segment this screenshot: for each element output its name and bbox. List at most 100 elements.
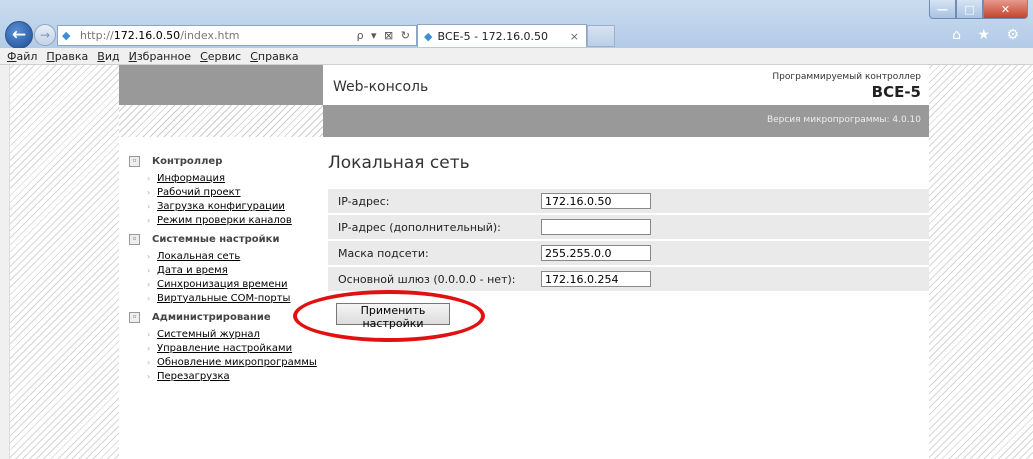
product-name: ВСЕ-5	[871, 83, 921, 101]
browser-tab[interactable]: ◆ ВСЕ-5 - 172.16.0.50 ×	[417, 24, 587, 47]
sidebar-item-reboot[interactable]: › Перезагрузка	[147, 369, 323, 383]
hatch-block	[119, 105, 323, 137]
tab-close-icon[interactable]: ×	[570, 30, 579, 43]
sidebar: ▫ Контроллер › Информация › Рабочий проект…	[125, 153, 323, 387]
sidebar-section-controller[interactable]: ▫ Контроллер	[125, 153, 323, 169]
tab-favicon-icon: ◆	[424, 29, 433, 43]
form-row-subnet: Маска подсети:	[328, 241, 929, 265]
bullet-arrow-icon: ›	[147, 279, 151, 289]
main-content: Локальная сеть IP-адрес: IP-адрес (допол…	[328, 153, 929, 330]
sidebar-item-label[interactable]: Синхронизация времени	[157, 279, 288, 290]
tab-title: ВСЕ-5 - 172.16.0.50	[437, 29, 549, 43]
section-icon: ▫	[129, 233, 140, 245]
form-row-gateway: Основной шлюз (0.0.0.0 - нет):	[328, 267, 929, 291]
left-scroll-strip	[0, 65, 10, 459]
bullet-arrow-icon: ›	[147, 201, 151, 211]
bullet-arrow-icon: ›	[147, 187, 151, 197]
sidebar-item-label[interactable]: Дата и время	[157, 265, 228, 276]
sidebar-item-date-time[interactable]: › Дата и время	[147, 263, 323, 277]
sidebar-section-admin[interactable]: ▫ Администрирование	[125, 309, 323, 325]
product-subtitle: Программируемый контроллер	[772, 72, 921, 82]
apply-settings-button[interactable]: Применить настройки	[336, 303, 450, 330]
section-icon: ▫	[129, 311, 140, 323]
sidebar-item-label[interactable]: Виртуальные COM-порты	[157, 293, 290, 304]
address-url[interactable]: http://172.16.0.50/index.htm	[80, 29, 239, 42]
sidebar-item-com-ports[interactable]: › Виртуальные COM-порты	[147, 291, 323, 305]
bullet-arrow-icon: ›	[147, 173, 151, 183]
site-favicon-icon: ◆	[62, 28, 71, 42]
sidebar-item-label[interactable]: Информация	[157, 173, 225, 184]
form-row-ip: IP-адрес:	[328, 189, 929, 213]
bullet-arrow-icon: ›	[147, 329, 151, 339]
menu-tools[interactable]: Сервис	[200, 50, 241, 63]
ip-secondary-label: IP-адрес (дополнительный):	[328, 215, 539, 239]
address-bar[interactable]: ◆ http://172.16.0.50/index.htm ρ ▾ ⊠ ↻	[57, 25, 417, 46]
sidebar-item-label[interactable]: Обновление микропрограммы	[157, 357, 317, 368]
sidebar-item-label[interactable]: Перезагрузка	[157, 371, 230, 382]
sidebar-item-label[interactable]: Рабочий проект	[157, 187, 241, 198]
window-controls: — □ ✕	[929, 0, 1028, 19]
arrow-left-icon: ←	[11, 25, 27, 45]
subnet-mask-input[interactable]	[541, 245, 651, 261]
menu-view[interactable]: Вид	[97, 50, 119, 63]
console-title: Web-консоль	[333, 79, 429, 95]
close-window-button[interactable]: ✕	[983, 0, 1028, 19]
sidebar-item-channel-check[interactable]: › Режим проверки каналов	[147, 213, 323, 227]
sidebar-item-settings-mgmt[interactable]: › Управление настройками	[147, 341, 323, 355]
bullet-arrow-icon: ›	[147, 357, 151, 367]
web-console-page: Web-консоль Программируемый контроллер В…	[119, 65, 929, 459]
bullet-arrow-icon: ›	[147, 215, 151, 225]
menu-favorites[interactable]: Избранное	[129, 50, 191, 63]
menu-edit[interactable]: Правка	[46, 50, 88, 63]
sidebar-section-title: Администрирование	[152, 311, 271, 323]
header: Web-консоль Программируемый контроллер В…	[323, 65, 929, 105]
sidebar-section-system[interactable]: ▫ Системные настройки	[125, 231, 323, 247]
ip-address-input[interactable]	[541, 193, 651, 209]
home-favorites-settings-icons[interactable]: ⌂ ★ ⚙	[952, 27, 1025, 43]
new-tab-button[interactable]	[587, 25, 615, 47]
forward-button[interactable]: →	[34, 24, 56, 46]
sidebar-item-label[interactable]: Загрузка конфигурации	[157, 201, 285, 212]
sidebar-item-label[interactable]: Управление настройками	[157, 343, 292, 354]
sidebar-item-info[interactable]: › Информация	[147, 171, 323, 185]
sidebar-item-label[interactable]: Системный журнал	[157, 329, 260, 340]
ip-secondary-input[interactable]	[541, 219, 651, 235]
url-host: 172.16.0.50	[113, 29, 181, 42]
page-viewport: Web-консоль Программируемый контроллер В…	[0, 65, 1033, 459]
menu-help[interactable]: Справка	[250, 50, 298, 63]
firmware-version: Версия микропрограммы: 4.0.10	[766, 115, 921, 125]
maximize-button[interactable]: □	[956, 0, 983, 19]
form-row-ip-secondary: IP-адрес (дополнительный):	[328, 215, 929, 239]
bullet-arrow-icon: ›	[147, 265, 151, 275]
url-path: /index.htm	[180, 29, 240, 42]
sidebar-item-label[interactable]: Локальная сеть	[157, 251, 240, 262]
bullet-arrow-icon: ›	[147, 371, 151, 381]
sidebar-section-title: Системные настройки	[152, 233, 280, 245]
gateway-label: Основной шлюз (0.0.0.0 - нет):	[328, 267, 539, 291]
sidebar-item-project[interactable]: › Рабочий проект	[147, 185, 323, 199]
menu-file[interactable]: Файл	[7, 50, 37, 63]
sidebar-item-label[interactable]: Режим проверки каналов	[157, 215, 292, 226]
sidebar-item-time-sync[interactable]: › Синхронизация времени	[147, 277, 323, 291]
sidebar-section-title: Контроллер	[152, 155, 223, 167]
bullet-arrow-icon: ›	[147, 343, 151, 353]
bullet-arrow-icon: ›	[147, 293, 151, 303]
address-controls[interactable]: ρ ▾ ⊠ ↻	[357, 29, 412, 42]
subnet-label: Маска подсети:	[328, 241, 539, 265]
url-prefix: http://	[80, 29, 114, 42]
version-bar: Версия микропрограммы: 4.0.10	[323, 105, 929, 137]
sidebar-item-config-upload[interactable]: › Загрузка конфигурации	[147, 199, 323, 213]
minimize-button[interactable]: —	[929, 0, 956, 19]
arrow-right-icon: →	[39, 28, 51, 42]
page-title: Локальная сеть	[328, 153, 470, 173]
menu-bar: Файл Правка Вид Избранное Сервис Справка	[0, 48, 1033, 65]
section-icon: ▫	[129, 155, 140, 167]
sidebar-item-firmware-update[interactable]: › Обновление микропрограммы	[147, 355, 323, 369]
sidebar-item-local-network[interactable]: › Локальная сеть	[147, 249, 323, 263]
network-settings-form: IP-адрес: IP-адрес (дополнительный): Мас…	[328, 187, 929, 293]
bullet-arrow-icon: ›	[147, 251, 151, 261]
back-button[interactable]: ←	[5, 21, 33, 49]
sidebar-item-syslog[interactable]: › Системный журнал	[147, 327, 323, 341]
gateway-input[interactable]	[541, 271, 651, 287]
ip-label: IP-адрес:	[328, 189, 539, 213]
